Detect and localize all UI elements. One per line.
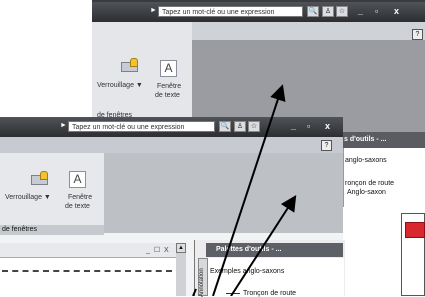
arrow-stub [192, 288, 197, 296]
arrow-to-back-window [212, 84, 286, 296]
annotation-arrows [192, 84, 297, 296]
